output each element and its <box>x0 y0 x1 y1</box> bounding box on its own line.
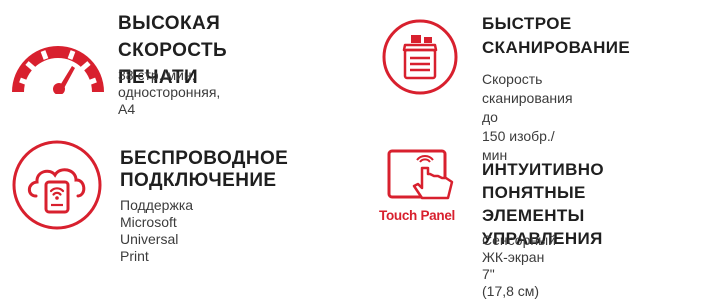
touch-panel-caption: Touch Panel <box>379 208 455 223</box>
speedometer-icon <box>12 46 104 94</box>
feature-description: Поддержка Microsoft Universal Print <box>120 197 194 264</box>
feature-description: Скорость сканирования до 150 изобр./мин <box>482 71 573 163</box>
feature-description: 38 стр./мин, односторонняя, A4 <box>118 67 221 117</box>
feature-description: Сенсорный ЖК-экран 7" (17,8 см) <box>482 232 556 299</box>
feature-title: БЕСПРОВОДНОЕ ПОДКЛЮЧЕНИЕ <box>120 148 289 191</box>
wireless-cloud-icon <box>12 140 102 230</box>
feature-title: БЫСТРОЕ СКАНИРОВАНИЕ <box>482 14 631 57</box>
touch-panel-icon <box>387 149 454 200</box>
scanner-icon <box>382 19 458 95</box>
